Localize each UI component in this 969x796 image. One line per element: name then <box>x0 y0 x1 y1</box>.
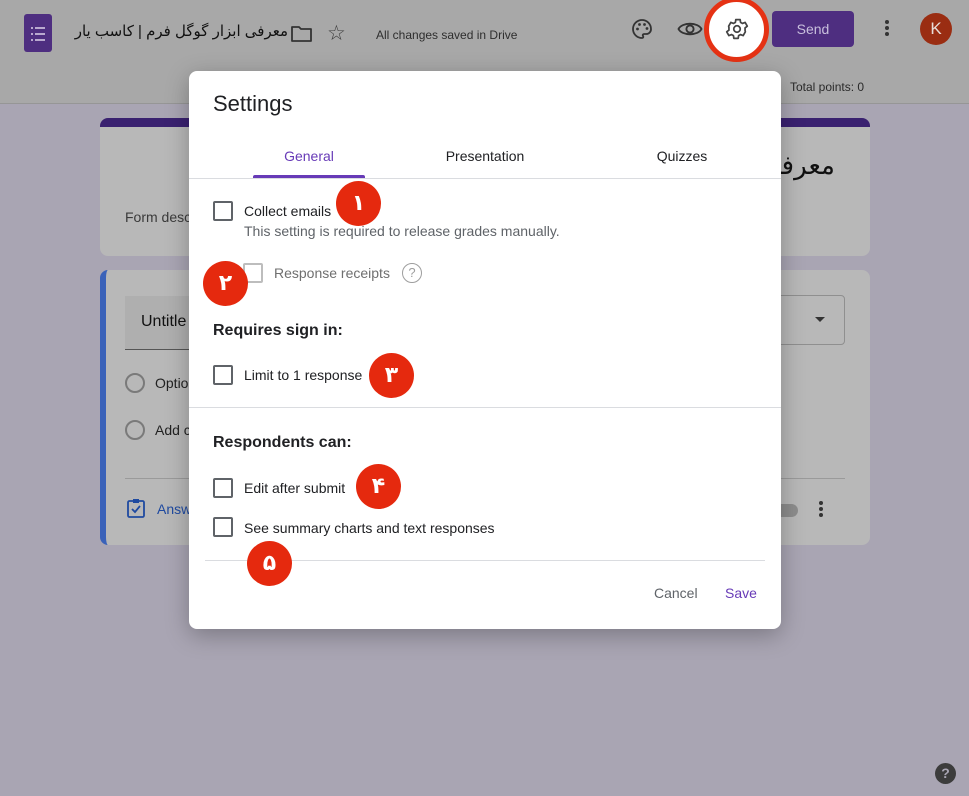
chevron-down-icon <box>815 317 825 322</box>
palette-icon[interactable] <box>631 18 653 40</box>
avatar[interactable]: K <box>920 13 952 45</box>
radio-add-option-icon <box>125 420 145 440</box>
question-title: Untitle <box>141 313 187 330</box>
folder-icon[interactable] <box>291 25 312 42</box>
collect-emails-helper: This setting is required to release grad… <box>244 223 560 239</box>
annotation-marker-4: ۴ <box>356 464 401 509</box>
help-outline-icon[interactable]: ? <box>402 263 422 283</box>
send-button[interactable]: Send <box>772 11 854 47</box>
tab-quizzes[interactable]: Quizzes <box>629 148 735 164</box>
total-points: Total points: 0 <box>790 80 865 94</box>
document-title[interactable]: معرفی ابزار گوگل فرم | کاسب یار <box>75 22 288 40</box>
save-button[interactable]: Save <box>725 585 757 601</box>
edit-after-submit-label: Edit after submit <box>244 480 346 496</box>
edit-after-submit-checkbox[interactable] <box>213 478 233 498</box>
form-description[interactable]: Form desc <box>125 209 191 225</box>
see-summary-label: See summary charts and text responses <box>244 520 495 536</box>
cancel-button[interactable]: Cancel <box>654 585 698 601</box>
tab-general[interactable]: General <box>253 148 365 164</box>
limit-one-response-checkbox[interactable] <box>213 365 233 385</box>
save-status: All changes saved in Drive <box>376 28 518 42</box>
question-type-select[interactable] <box>775 295 845 345</box>
option-label[interactable]: Optio <box>155 375 188 391</box>
add-option-label[interactable]: Add c <box>155 422 191 438</box>
help-icon[interactable]: ? <box>935 763 956 784</box>
see-summary-checkbox[interactable] <box>213 517 233 537</box>
answer-key-link[interactable]: Answ <box>157 501 191 517</box>
collect-emails-label: Collect emails <box>244 203 332 219</box>
radio-option-icon <box>125 373 145 393</box>
section-divider <box>189 407 781 408</box>
preview-eye-icon[interactable] <box>677 20 703 38</box>
annotation-marker-1: ۱ <box>336 181 381 226</box>
response-receipts-label: Response receipts <box>274 265 390 281</box>
collect-emails-checkbox[interactable] <box>213 201 233 221</box>
more-vert-icon[interactable] <box>881 18 893 40</box>
star-icon[interactable]: ☆ <box>327 23 346 44</box>
annotation-marker-5: ۵ <box>247 541 292 586</box>
answer-key-icon[interactable] <box>126 498 146 518</box>
card-more-vert-icon[interactable] <box>815 499 827 521</box>
dialog-title: Settings <box>213 91 293 116</box>
tabs-divider <box>189 178 781 179</box>
annotation-marker-2: ۲ <box>203 261 248 306</box>
gear-icon[interactable] <box>724 16 750 42</box>
forms-logo-icon[interactable] <box>24 14 52 52</box>
requires-sign-in-heading: Requires sign in: <box>213 322 343 339</box>
respondents-can-heading: Respondents can: <box>213 434 352 451</box>
tab-presentation[interactable]: Presentation <box>427 148 543 164</box>
limit-one-response-label: Limit to 1 response <box>244 367 363 383</box>
annotation-marker-3: ۳ <box>369 353 414 398</box>
